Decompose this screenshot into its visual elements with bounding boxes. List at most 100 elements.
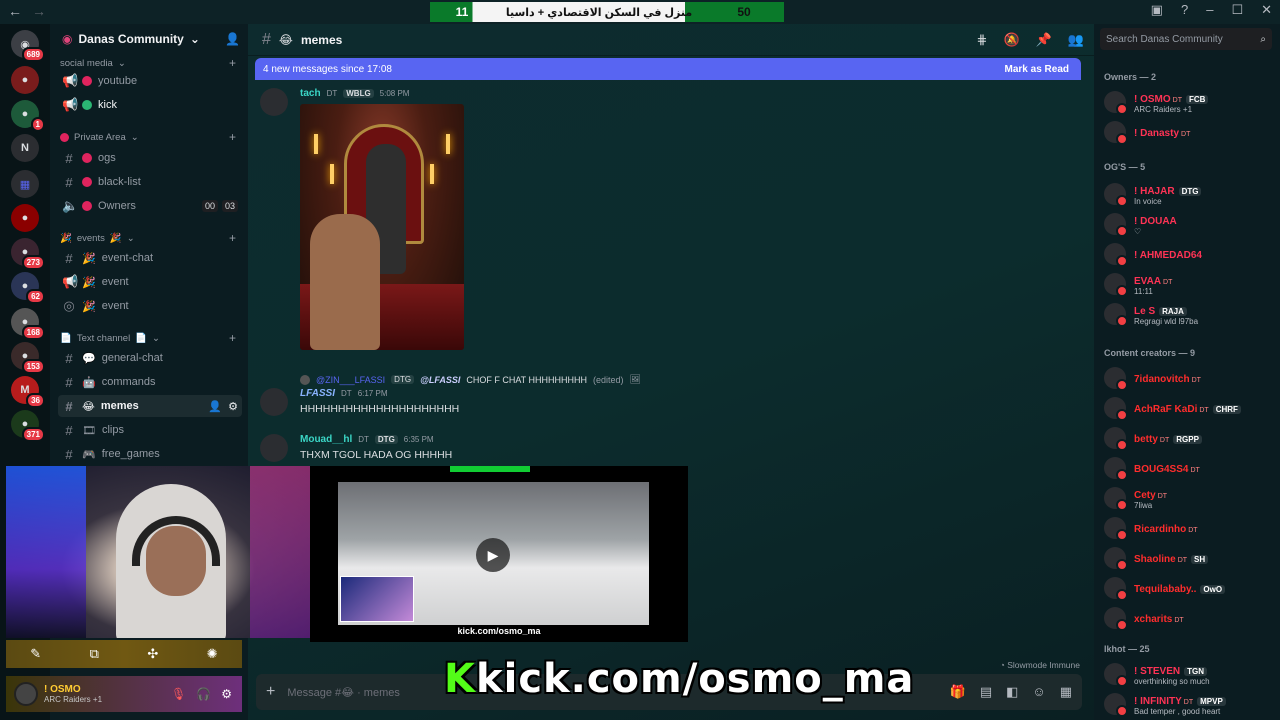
member-list-icon[interactable]: 👥 [1068,32,1084,48]
avatar[interactable] [260,434,288,462]
message-input[interactable]: Message #😂 · memes [287,686,400,699]
channel-youtube[interactable]: 📢 youtube [58,70,242,92]
member-row[interactable]: betty DT RGPP [1102,424,1274,452]
channel-owners[interactable]: 🔈 Owners 00 03 [58,195,242,217]
meme-image[interactable] [300,104,464,350]
channel-event-stage[interactable]: ◎ 🎉 event [58,295,242,317]
gear-icon[interactable]: ⚙ [221,687,232,701]
invite-people-icon[interactable]: 👤 [225,32,240,46]
member-row[interactable]: ! STEVEN TGN overthinking so much [1102,660,1274,688]
server-icon[interactable]: M 36 [11,376,45,408]
server-icon[interactable]: ● 371 [11,410,45,442]
member-row[interactable]: Ricardinho DT [1102,514,1274,542]
screen-share-icon[interactable]: ⧉ [90,646,99,662]
channel-black-list[interactable]: # black-list [58,171,242,193]
category-private-area[interactable]: Private Area ⌄ + [60,128,240,146]
reply-author[interactable]: @ZIN___LFASSI [316,375,385,385]
headphones-muted-icon[interactable]: 🎧 [196,687,211,701]
member-row[interactable]: 7idanovitch DT [1102,364,1274,392]
guild-tag: MPVP [1197,696,1226,706]
member-row[interactable]: EVAA DT 11:11 [1102,270,1274,298]
member-row[interactable]: ! OSMO DT FCB ARC Raiders +1 [1102,88,1274,116]
reply-preview[interactable]: @ZIN___LFASSI DTG @LFASSI CHOF F CHAT HH… [300,374,641,385]
category-events[interactable]: 🎉 events 🎉 ⌄ + [60,229,240,247]
member-row[interactable]: ! INFINITY DT MPVP Bad temper , good heart [1102,690,1274,718]
server-header[interactable]: ◉ Danas Community ⌄ 👤 [50,24,248,54]
add-channel-icon[interactable]: + [229,130,236,144]
close-icon[interactable]: ✕ [1261,2,1272,18]
add-channel-icon[interactable]: + [229,331,236,345]
member-row[interactable]: ! AHMEDAD64 [1102,240,1274,268]
avatar[interactable] [260,88,288,116]
add-attachment-icon[interactable]: + [266,683,275,701]
server-icon[interactable]: ● 168 [11,308,45,340]
member-row[interactable]: AchRaF KaDi DT CHRF [1102,394,1274,422]
server-icon[interactable]: ● 273 [11,238,45,270]
user-avatar[interactable] [14,682,38,706]
member-row[interactable]: ! DOUAA ♡ [1102,210,1274,238]
channel-general-chat[interactable]: # 💬 general-chat [58,347,242,369]
server-icon[interactable]: ● [11,66,39,94]
help-icon[interactable]: ? [1181,2,1188,18]
avatar[interactable] [260,388,288,416]
server-icon[interactable]: ● 62 [11,272,45,304]
message-author[interactable]: LFASSI [300,388,335,399]
search-input[interactable]: Search Danas Community ⌕ [1100,28,1272,50]
activities-icon[interactable]: ✣ [147,646,158,662]
apps-icon[interactable]: ▦ [1060,684,1072,700]
video-embed[interactable]: ▶ kick.com/osmo_ma [310,466,688,642]
message-author[interactable]: Mouad__hl [300,434,352,445]
message-time: 5:08 PM [379,89,410,98]
document-icon: 📄 [135,332,148,344]
maximize-icon[interactable]: ☐ [1231,2,1243,18]
member-row[interactable]: Cety DT 7liwa [1102,484,1274,512]
play-icon[interactable]: ▶ [476,538,510,572]
inbox-icon[interactable]: ▣ [1151,2,1163,18]
member-row[interactable]: Tequilababy.. OwO [1102,574,1274,602]
folder-icon[interactable]: ▦ [11,170,39,198]
member-row[interactable]: BOUG4SS4 DT [1102,454,1274,482]
channel-free-games[interactable]: # 🎮 free_games [58,443,242,465]
new-messages-bar[interactable]: 4 new messages since 17:08 Mark as Read [255,58,1081,80]
minimize-icon[interactable]: – [1206,2,1213,18]
server-icon[interactable]: ● [11,204,39,232]
pin-icon[interactable]: 📌 [1036,32,1052,48]
add-channel-icon[interactable]: + [229,231,236,245]
mute-bell-icon[interactable]: 🔕 [1003,32,1019,48]
gift-icon[interactable]: 🎁 [950,684,966,700]
guild-tag[interactable]: WBLG [343,89,374,98]
channel-commands[interactable]: # 🤖 commands [58,371,242,393]
arrow-left-icon[interactable]: ← [8,3,22,19]
server-icon[interactable]: ● 1 [11,100,45,132]
invite-icon[interactable]: 👤 [208,400,222,413]
arrow-right-icon[interactable]: → [32,3,46,19]
member-row[interactable]: Le S RAJA Regragi wld l97ba [1102,300,1274,328]
channel-event-chat[interactable]: # 🎉 event-chat [58,247,242,269]
category-text-channel[interactable]: 📄 Text channel 📄 ⌄ + [60,329,240,347]
sticker-icon[interactable]: ◧ [1006,684,1018,700]
channel-kick[interactable]: 📢 kick [58,94,242,116]
gear-icon[interactable]: ⚙ [228,400,238,413]
emoji-icon[interactable]: ☺ [1032,684,1045,700]
member-row[interactable]: Shaoline DT SH [1102,544,1274,572]
server-icon[interactable]: ◉ 689 [11,30,45,62]
mark-as-read-button[interactable]: Mark as Read [1005,64,1081,75]
add-channel-icon[interactable]: + [229,56,236,70]
microphone-muted-icon[interactable]: 🎙 [171,687,186,701]
reply-mention[interactable]: @LFASSI [420,375,460,385]
channel-ogs[interactable]: # ogs [58,147,242,169]
member-row[interactable]: ! HAJAR DTG In voice [1102,180,1274,208]
channel-memes[interactable]: # 😂 memes 👤 ⚙ [58,395,242,417]
member-row[interactable]: ! Danasty DT [1102,118,1274,146]
channel-clips[interactable]: # 🎞 clips [58,419,242,441]
member-row[interactable]: xcharits DT [1102,604,1274,632]
message-author[interactable]: tach [300,88,321,99]
server-icon[interactable]: ● 153 [11,342,45,374]
mute-icon[interactable]: ✎ [30,646,41,662]
gif-icon[interactable]: ▤ [980,684,992,700]
guild-tag[interactable]: DTG [374,435,398,444]
channel-event[interactable]: 📢 🎉 event [58,271,242,293]
threads-icon[interactable]: ⋕ [977,32,988,48]
server-icon[interactable]: N [11,134,39,162]
soundboard-icon[interactable]: ✺ [207,646,218,662]
